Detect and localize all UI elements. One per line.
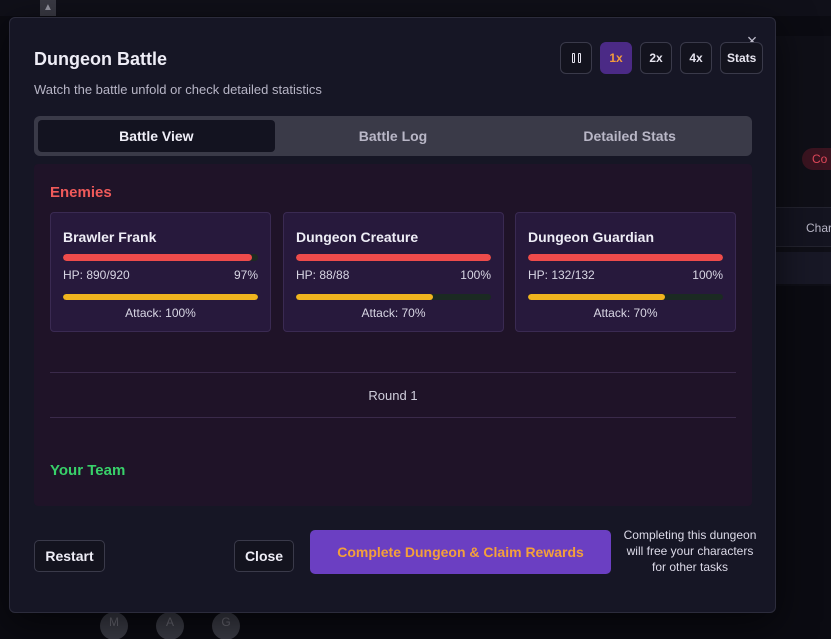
- tab-bar: Battle View Battle Log Detailed Stats: [34, 116, 752, 156]
- background-status-chip: Co: [802, 148, 831, 170]
- avatar: G: [212, 612, 240, 639]
- complete-dungeon-button[interactable]: Complete Dungeon & Claim Rewards: [310, 530, 611, 574]
- hp-bar: [528, 254, 723, 261]
- battle-modal: × Dungeon Battle Watch the battle unfold…: [9, 17, 776, 613]
- background-topbar: [0, 0, 831, 16]
- hp-value: HP: 132/132: [528, 268, 595, 282]
- background-row-2: [776, 252, 831, 284]
- hp-bar: [296, 254, 491, 261]
- speed-2x-button[interactable]: 2x: [640, 42, 672, 74]
- attack-bar: [528, 294, 723, 300]
- hp-bar: [63, 254, 258, 261]
- enemy-name: Brawler Frank: [63, 229, 157, 245]
- hp-percent: 100%: [460, 268, 491, 282]
- modal-subtitle: Watch the battle unfold or check detaile…: [34, 82, 322, 97]
- restart-button[interactable]: Restart: [34, 540, 105, 572]
- hp-value: HP: 890/920: [63, 268, 130, 282]
- avatar: A: [156, 612, 184, 639]
- stats-button[interactable]: Stats: [720, 42, 764, 74]
- attack-value: Attack: 70%: [361, 306, 426, 320]
- tab-detailed-stats[interactable]: Detailed Stats: [511, 120, 748, 152]
- hp-bar-fill: [528, 254, 723, 261]
- speed-4x-button[interactable]: 4x: [680, 42, 712, 74]
- speed-controls: 1x 2x 4x Stats: [560, 42, 764, 74]
- team-heading: Your Team: [50, 462, 126, 479]
- battle-view-panel: Enemies Brawler Frank HP: 890/920 97% At…: [34, 164, 752, 506]
- modal-title: Dungeon Battle: [34, 49, 167, 69]
- tab-battle-log[interactable]: Battle Log: [275, 120, 512, 152]
- attack-bar: [63, 294, 258, 300]
- enemy-name: Dungeon Guardian: [528, 229, 654, 245]
- complete-info-text: Completing this dungeon will free your c…: [623, 528, 757, 574]
- background-avatar-list: M A G: [100, 612, 240, 639]
- close-button[interactable]: Close: [234, 540, 294, 572]
- enemies-heading: Enemies: [50, 184, 112, 201]
- scroll-up-arrow-icon[interactable]: ▲: [40, 0, 56, 16]
- attack-bar-fill: [528, 294, 665, 300]
- pause-button[interactable]: [560, 42, 592, 74]
- attack-bar-fill: [296, 294, 433, 300]
- speed-1x-button[interactable]: 1x: [600, 42, 632, 74]
- attack-value: Attack: 100%: [125, 306, 196, 320]
- hp-bar-fill: [296, 254, 491, 261]
- attack-bar-fill: [63, 294, 258, 300]
- background-row-label: Char: [806, 221, 831, 235]
- hp-percent: 100%: [692, 268, 723, 282]
- enemy-card: Dungeon Creature HP: 88/88 100% Attack: …: [283, 212, 504, 332]
- tab-battle-view[interactable]: Battle View: [38, 120, 275, 152]
- attack-bar: [296, 294, 491, 300]
- avatar: M: [100, 612, 128, 639]
- hp-value: HP: 88/88: [296, 268, 350, 282]
- enemy-card: Dungeon Guardian HP: 132/132 100% Attack…: [515, 212, 736, 332]
- round-indicator: Round 1: [50, 372, 736, 418]
- attack-value: Attack: 70%: [593, 306, 658, 320]
- enemy-name: Dungeon Creature: [296, 229, 419, 245]
- enemy-card: Brawler Frank HP: 890/920 97% Attack: 10…: [50, 212, 271, 332]
- pause-icon: [571, 53, 581, 63]
- hp-percent: 97%: [233, 268, 258, 282]
- hp-bar-fill: [63, 254, 253, 261]
